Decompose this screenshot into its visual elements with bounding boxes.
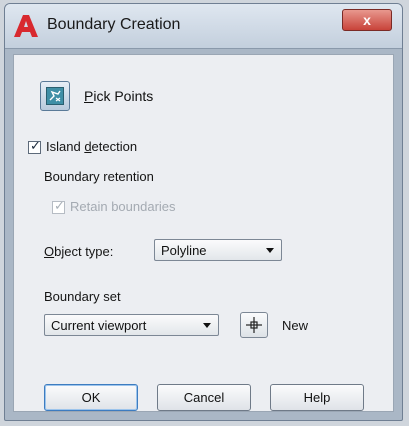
object-type-value: Polyline <box>161 243 207 258</box>
checkmark-icon: ✓ <box>54 198 65 213</box>
boundary-creation-dialog: Boundary Creation x Pick Points ✓ Island… <box>4 3 403 421</box>
object-type-label-rest: bject type: <box>54 244 114 259</box>
dialog-title: Boundary Creation <box>47 16 181 33</box>
cancel-button[interactable]: Cancel <box>157 384 251 411</box>
help-button[interactable]: Help <box>270 384 364 411</box>
close-button[interactable]: x <box>342 9 392 31</box>
object-type-accesskey: O <box>44 244 55 259</box>
autocad-logo-icon <box>14 15 38 37</box>
pick-points-label[interactable]: Pick Points <box>84 88 153 104</box>
pick-points-accesskey: P <box>84 88 94 104</box>
pick-points-icon <box>46 87 64 105</box>
object-type-dropdown[interactable]: Polyline <box>154 239 282 261</box>
title-bar[interactable]: Boundary Creation x <box>5 4 402 49</box>
boundary-retention-heading: Boundary retention <box>44 169 154 184</box>
checkmark-icon: ✓ <box>30 138 41 153</box>
new-boundary-set-button[interactable] <box>240 312 268 338</box>
object-type-label: Object type: <box>44 244 113 259</box>
new-label: New <box>282 318 309 333</box>
chevron-down-icon <box>266 248 274 253</box>
boundary-set-heading: Boundary set <box>44 289 121 304</box>
close-icon: x <box>363 12 371 28</box>
dialog-body: Pick Points ✓ Island detection Boundary … <box>13 54 394 412</box>
pick-points-label-rest: ick Points <box>93 88 154 104</box>
select-objects-crosshair-icon <box>246 317 262 333</box>
island-detection-label-pre: Island <box>46 139 85 154</box>
boundary-set-value: Current viewport <box>51 318 147 333</box>
island-detection-accesskey: d <box>84 139 92 154</box>
island-detection-label-post: etection <box>91 139 138 154</box>
chevron-down-icon <box>203 323 211 328</box>
island-detection-checkbox[interactable]: ✓ <box>28 138 41 154</box>
island-detection-label[interactable]: Island detection <box>46 139 137 154</box>
pick-points-button[interactable] <box>40 81 70 111</box>
ok-button[interactable]: OK <box>44 384 138 411</box>
boundary-set-dropdown[interactable]: Current viewport <box>44 314 219 336</box>
retain-boundaries-checkbox[interactable]: ✓ <box>52 198 65 214</box>
retain-boundaries-label: Retain boundaries <box>70 199 176 214</box>
